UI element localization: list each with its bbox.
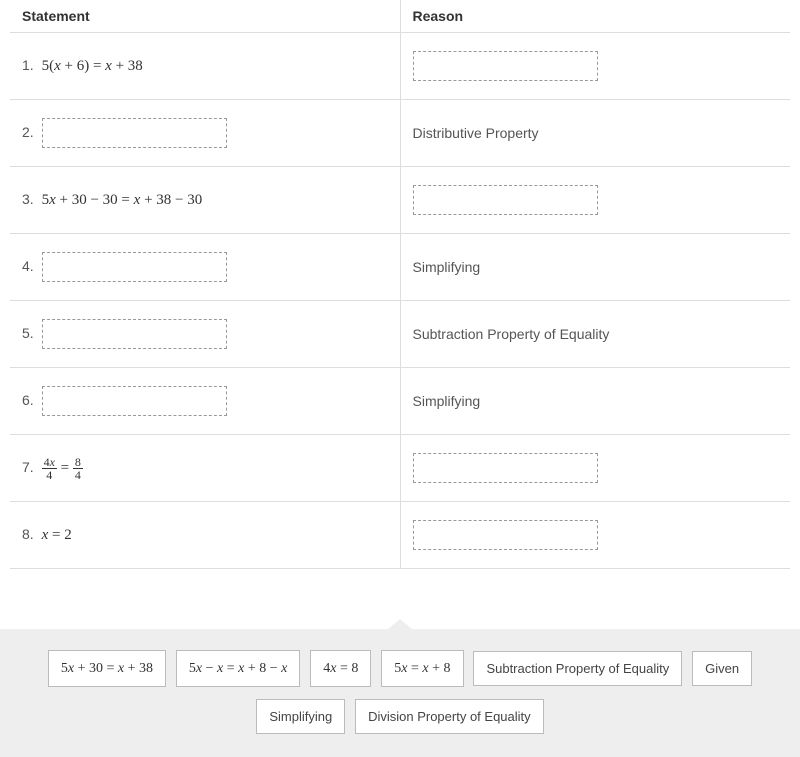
row-number: 8. (22, 526, 34, 542)
reason-drop-target[interactable] (413, 520, 598, 550)
row-number: 7. (22, 459, 34, 475)
table-row: 2. Distributive Property (10, 100, 790, 167)
reason-text: Simplifying (413, 393, 481, 409)
statement-math: 5x + 30 − 30 = x + 38 − 30 (42, 192, 203, 209)
statement-drop-target[interactable] (42, 118, 227, 148)
row-number: 5. (22, 325, 34, 341)
reason-text: Simplifying (413, 259, 481, 275)
reason-text: Subtraction Property of Equality (413, 326, 610, 342)
statement-math: 5(x + 6) = x + 38 (42, 58, 143, 75)
reason-drop-target[interactable] (413, 185, 598, 215)
answer-tile[interactable]: 5x + 30 = x + 38 (48, 650, 166, 687)
row-number: 4. (22, 258, 34, 274)
answer-tile[interactable]: Subtraction Property of Equality (473, 651, 682, 686)
statement-drop-target[interactable] (42, 319, 227, 349)
table-row: 4. Simplifying (10, 234, 790, 301)
table-row: 3. 5x + 30 − 30 = x + 38 − 30 (10, 167, 790, 234)
proof-table: Statement Reason 1. 5(x + 6) = x + 38 2.… (10, 0, 790, 569)
answer-bank: 5x + 30 = x + 38 5x − x = x + 8 − x 4x =… (0, 629, 800, 757)
answer-tile[interactable]: Simplifying (256, 699, 345, 734)
table-row: 8. x = 2 (10, 502, 790, 569)
reason-drop-target[interactable] (413, 51, 598, 81)
statement-drop-target[interactable] (42, 386, 227, 416)
answer-tile[interactable]: Given (692, 651, 752, 686)
row-number: 2. (22, 124, 34, 140)
answer-tile[interactable]: 4x = 8 (310, 650, 371, 687)
reason-text: Distributive Property (413, 125, 539, 141)
statement-drop-target[interactable] (42, 252, 227, 282)
header-statement: Statement (10, 0, 400, 33)
answer-tile[interactable]: 5x − x = x + 8 − x (176, 650, 300, 687)
answer-tile[interactable]: 5x = x + 8 (381, 650, 463, 687)
table-row: 6. Simplifying (10, 368, 790, 435)
row-number: 6. (22, 392, 34, 408)
header-reason: Reason (400, 0, 790, 33)
reason-drop-target[interactable] (413, 453, 598, 483)
answer-tile[interactable]: Division Property of Equality (355, 699, 544, 734)
table-row: 1. 5(x + 6) = x + 38 (10, 33, 790, 100)
table-row: 7. 4x4 = 84 (10, 435, 790, 502)
row-number: 1. (22, 57, 34, 73)
row-number: 3. (22, 191, 34, 207)
statement-math: x = 2 (42, 527, 72, 544)
table-row: 5. Subtraction Property of Equality (10, 301, 790, 368)
statement-math: 4x4 = 84 (42, 456, 83, 481)
